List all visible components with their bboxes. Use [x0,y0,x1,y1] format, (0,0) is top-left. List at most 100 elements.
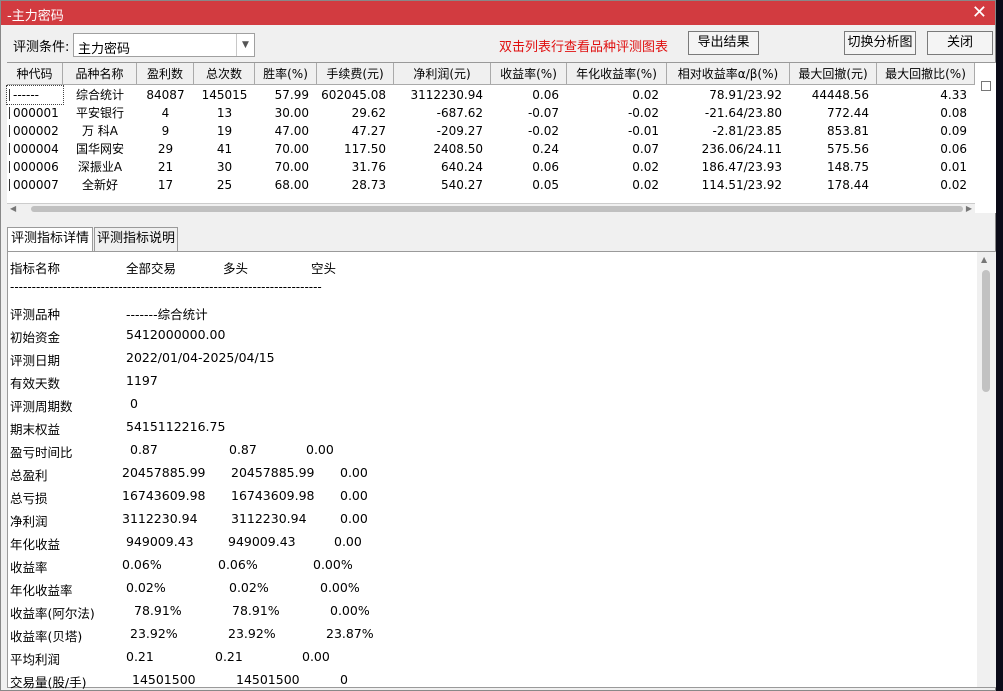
column-header[interactable]: 总次数 [194,63,255,85]
metric-value: 5412000000.00 [126,327,226,342]
table-cell: 0.06 [532,88,559,102]
table-cell: 70.00 [274,142,309,156]
horizontal-scrollbar[interactable]: ◀ ▶ [7,203,975,214]
metric-value: 14501500 [132,672,196,687]
metric-value: 78.91% [232,603,280,618]
table-cell: 772.44 [827,106,869,120]
table-cell: 30.00 [274,106,309,120]
table-cell: -0.02 [627,106,659,120]
table-cell: 0.24 [532,142,559,156]
metric-value: 20457885.99 [231,465,315,480]
table-cell: 平安银行 [75,106,124,120]
table-cell: 000006 [13,160,59,174]
switch-chart-button[interactable]: 切换分析图 [844,31,916,55]
table-row[interactable]: ------ 综合统计 84087 145015 57.99 602045.08 31122… [6,85,975,105]
tab-evaluation-notes[interactable]: 评测指标说明 [94,227,178,251]
horizontal-scroll-thumb[interactable] [31,206,963,212]
table-cell: 000001 [13,106,59,120]
metric-value: 3112230.94 [231,511,307,526]
table-cell: 186.47/23.93 [701,160,782,174]
table-cell: 853.81 [827,124,869,138]
table-cell: 0.09 [940,124,967,138]
table-row[interactable]: 000002 万 科A 9 19 47.00 47.27 -209.27 -0.02 -0.01… [7,122,975,140]
metric-name: 总亏损 [10,491,48,506]
metric-name: 年化收益 [10,537,61,552]
metric-value: 14501500 [236,672,300,687]
metric-value: 0 [340,672,348,687]
table-cell: 17 [157,178,174,192]
metric-value: 0.21 [126,649,154,664]
scroll-left-icon[interactable]: ◀ [10,204,16,213]
close-icon[interactable]: ✕ [972,2,987,23]
detail-header: 全部交易 [126,261,177,276]
table-row[interactable]: 000004 国华网安 29 41 70.00 117.50 2408.50 0.24 0.07… [7,140,975,158]
table-row[interactable]: 000006 深振业A 21 30 70.00 31.76 640.24 0.06 0.02 18… [7,158,975,176]
table-cell: 68.00 [274,178,309,192]
table-cell: 万 科A [81,124,119,138]
scroll-up-icon[interactable]: ▲ [981,255,987,264]
metric-value: 0.00% [313,557,353,572]
table-cell: -0.02 [527,124,559,138]
column-header[interactable]: 最大回撤比(%) [877,63,975,85]
column-header[interactable]: 净利润(元) [394,63,491,85]
metric-name: 评测周期数 [10,399,73,414]
table-cell: 70.00 [274,160,309,174]
metric-name: 净利润 [10,514,48,529]
detail-header: 空头 [311,261,337,276]
table-cell: 640.24 [441,160,483,174]
metric-value: 949009.43 [228,534,296,549]
detail-panel: 指标名称 全部交易 多头 空头 评测品种 -------综合统计 初始资金 541200000… [7,251,997,690]
column-toggle-checkbox[interactable] [981,81,991,91]
vertical-scroll-thumb[interactable] [982,270,990,392]
metric-value: 0.00 [340,511,368,526]
table-cell: 21 [157,160,174,174]
table-cell: 41 [216,142,233,156]
metric-value: 0.00 [302,649,330,664]
title-bar[interactable]: -主力密码 ✕ [1,1,995,25]
metric-name: 交易量(股/手) [10,675,87,690]
condition-select[interactable]: 主力密码 ▼ [73,33,255,57]
metric-name: 盈亏时间比 [10,445,73,460]
table-cell: 0.06 [532,160,559,174]
column-header[interactable]: 年化收益率(%) [567,63,667,85]
close-button[interactable]: 关闭 [927,31,993,55]
column-header[interactable]: 胜率(%) [255,63,317,85]
table-cell: 602045.08 [321,88,386,102]
table-cell: 114.51/23.92 [701,178,782,192]
column-header[interactable]: 盈利数 [137,63,194,85]
column-header[interactable]: 手续费(元) [317,63,394,85]
table-cell: 236.06/24.11 [701,142,782,156]
table-cell: 0.02 [632,88,659,102]
column-header[interactable]: 品种名称 [63,63,137,85]
scroll-right-icon[interactable]: ▶ [966,204,972,213]
results-table[interactable]: 种代码 品种名称 盈利数 总次数 胜率(%) 手续费(元) 净利润(元) 收益率(%) 年化收益… [6,62,997,214]
metric-value: 949009.43 [126,534,194,549]
metric-value: 0.00% [330,603,370,618]
table-cell: 3112230.94 [410,88,483,102]
table-cell: 4 [161,106,170,120]
table-row[interactable]: 000007 全新好 17 25 68.00 28.73 540.27 0.05 0.02 114… [7,176,975,194]
table-cell: 0.02 [940,178,967,192]
column-header[interactable]: 最大回撤(元) [790,63,877,85]
tab-evaluation-details[interactable]: 评测指标详情 [7,227,93,252]
metric-value: 5415112216.75 [126,419,226,434]
table-cell: 30 [216,160,233,174]
evaluation-window: -主力密码 ✕ 评测条件: 主力密码 ▼ 双击列表行查看品种评测图表 导出结果 … [0,0,997,691]
table-row[interactable]: 000001 平安银行 4 13 30.00 29.62 -687.62 -0.07 -0.02… [7,104,975,122]
table-cell: 0.02 [632,160,659,174]
column-header[interactable]: 相对收益率α/β(%) [667,63,790,85]
export-button[interactable]: 导出结果 [688,31,759,55]
table-cell: 13 [216,106,233,120]
chevron-down-icon[interactable]: ▼ [236,34,254,56]
table-cell: -21.64/23.80 [704,106,782,120]
vertical-scrollbar[interactable]: ▲ [977,252,996,687]
table-cell: 2408.50 [433,142,483,156]
table-cell: 0.06 [940,142,967,156]
table-cell: 25 [216,178,233,192]
column-header[interactable]: 种代码 [7,63,63,85]
table-cell: 84087 [146,88,185,102]
table-cell: 4.33 [940,88,967,102]
metric-value: 0.87 [130,442,158,457]
column-header[interactable]: 收益率(%) [491,63,567,85]
table-cell: 145015 [201,88,248,102]
